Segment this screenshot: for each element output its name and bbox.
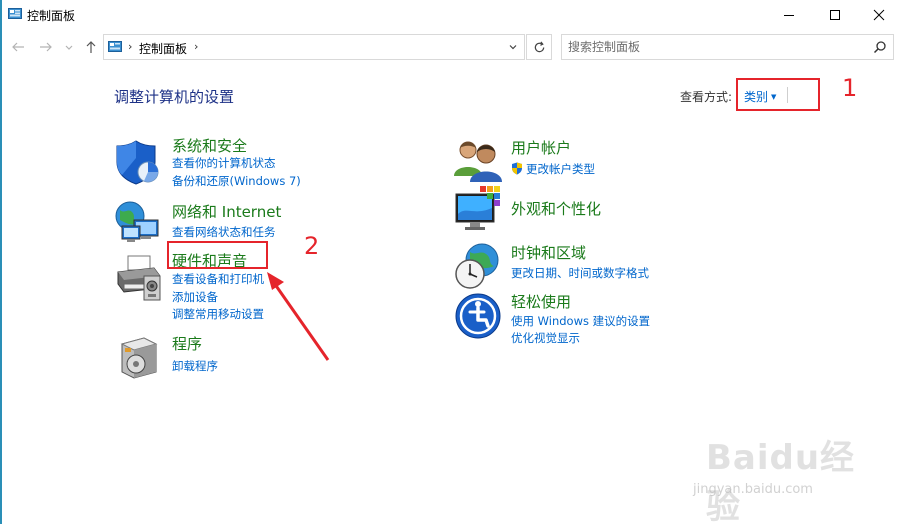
window-title: 控制面板	[27, 9, 76, 23]
link-uninstall-program[interactable]: 卸载程序	[172, 358, 218, 374]
category-clock-region[interactable]: 时钟和区域	[511, 242, 586, 263]
refresh-icon	[534, 41, 544, 52]
forward-button[interactable]	[37, 38, 55, 56]
link-view-computer-status[interactable]: 查看你的计算机状态	[172, 155, 276, 171]
annotation-arrow-icon	[267, 272, 330, 361]
back-button[interactable]	[9, 38, 27, 56]
up-button[interactable]	[82, 38, 100, 56]
minimize-button[interactable]	[766, 0, 812, 30]
chevron-down-icon	[509, 45, 517, 50]
appearance-icon[interactable]	[454, 186, 502, 234]
watermark-brand: Baidu经验	[706, 438, 856, 527]
annotation-label-1: 1	[842, 74, 858, 102]
title-bar: 控制面板	[0, 0, 900, 30]
control-panel-app-icon	[8, 8, 22, 19]
link-add-device[interactable]: 添加设备	[172, 289, 218, 305]
clock-region-icon[interactable]	[454, 242, 502, 290]
link-mobility-settings[interactable]: 调整常用移动设置	[172, 306, 264, 322]
category-system-security[interactable]: 系统和安全	[172, 135, 247, 156]
printer-icon[interactable]	[114, 254, 162, 302]
address-bar[interactable]: › 控制面板 ›	[103, 34, 525, 60]
link-optimize-visual-display[interactable]: 优化视觉显示	[511, 330, 580, 346]
category-user-accounts[interactable]: 用户帐户	[511, 137, 571, 158]
link-change-date-time-format[interactable]: 更改日期、时间或数字格式	[511, 265, 649, 281]
window-frame-edge	[0, 0, 2, 524]
category-ease-of-access[interactable]: 轻松使用	[511, 291, 571, 312]
control-panel-icon	[108, 41, 122, 52]
maximize-button[interactable]	[812, 0, 858, 30]
link-change-account-type-label: 更改帐户类型	[526, 162, 595, 176]
recent-locations-button[interactable]	[63, 38, 75, 56]
navigation-bar: › 控制面板 ›	[0, 31, 900, 63]
breadcrumb-control-panel[interactable]: 控制面板	[139, 40, 187, 57]
page-title: 调整计算机的设置	[114, 88, 235, 106]
annotation-label-2: 2	[304, 232, 320, 260]
link-change-account-type[interactable]: 更改帐户类型	[511, 161, 595, 177]
close-icon	[873, 9, 885, 21]
search-icon[interactable]	[873, 40, 887, 54]
system-security-icon[interactable]	[114, 138, 162, 186]
search-box[interactable]	[561, 34, 894, 60]
arrow-up-icon	[86, 41, 96, 53]
network-icon[interactable]	[114, 198, 162, 246]
watermark-url: jingyan.baidu.com	[693, 482, 813, 497]
annotation-box-2	[167, 241, 268, 269]
search-input[interactable]	[568, 39, 858, 55]
uac-shield-icon	[512, 162, 522, 175]
breadcrumb-chevron-icon[interactable]: ›	[194, 40, 198, 53]
chevron-down-icon	[65, 45, 73, 50]
ease-of-access-icon[interactable]	[454, 292, 502, 340]
arrow-left-icon	[12, 42, 24, 52]
link-backup-restore[interactable]: 备份和还原(Windows 7)	[172, 173, 301, 189]
breadcrumb-separator-icon: ›	[128, 40, 133, 53]
link-view-network-status[interactable]: 查看网络状态和任务	[172, 224, 276, 240]
category-network-internet[interactable]: 网络和 Internet	[172, 201, 281, 222]
close-button[interactable]	[856, 0, 900, 30]
minimize-icon	[784, 15, 794, 16]
user-accounts-icon[interactable]	[454, 136, 502, 184]
programs-icon[interactable]	[114, 332, 162, 380]
baidu-watermark: Baidu经验 jingyan.baidu.com	[688, 420, 888, 527]
link-use-windows-recommended-settings[interactable]: 使用 Windows 建议的设置	[511, 313, 650, 329]
view-by-label: 查看方式:	[680, 90, 733, 104]
category-programs[interactable]: 程序	[172, 333, 202, 354]
category-appearance-personalization[interactable]: 外观和个性化	[511, 198, 601, 219]
arrow-right-icon	[40, 42, 52, 52]
link-view-devices-printers[interactable]: 查看设备和打印机	[172, 271, 264, 287]
address-dropdown-button[interactable]	[504, 38, 522, 56]
annotation-box-1	[736, 78, 820, 111]
maximize-icon	[830, 10, 840, 20]
refresh-button[interactable]	[526, 34, 552, 60]
